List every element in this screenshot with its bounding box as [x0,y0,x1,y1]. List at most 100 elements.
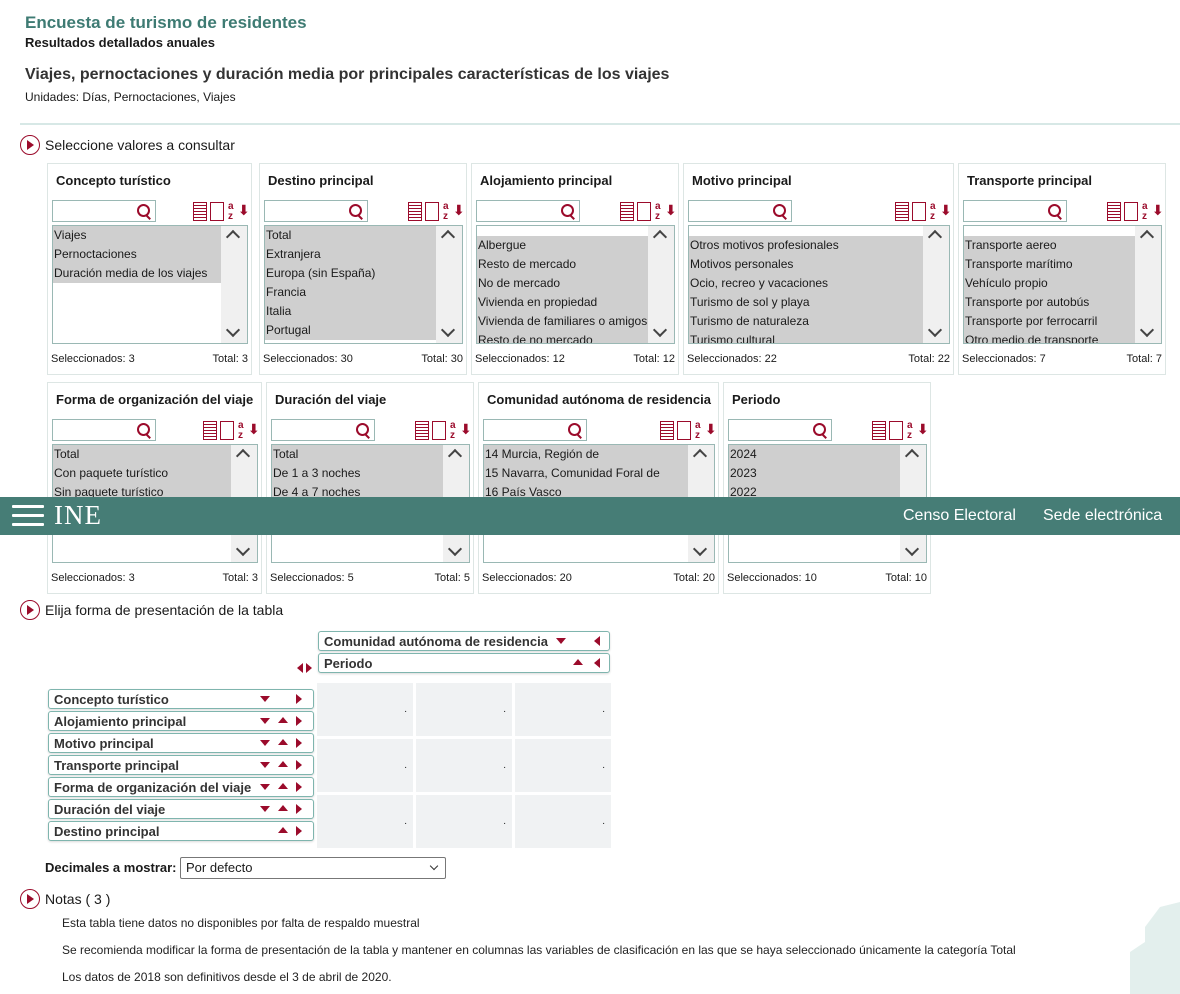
move-left-icon[interactable] [594,658,600,668]
sort-az-icon[interactable]: az [1141,202,1164,222]
list-item[interactable]: De 1 a 3 noches [272,464,443,483]
move-right-icon[interactable] [296,760,302,770]
list-item[interactable]: Italia [265,302,436,321]
search-icon[interactable] [568,423,582,437]
select-none-icon[interactable] [425,202,439,221]
list-item[interactable]: Motivos personales [689,255,923,274]
list-item[interactable]: 14 Murcia, Región de [484,445,688,464]
search-icon[interactable] [813,423,827,437]
selector-search-input[interactable] [52,419,156,441]
notes-section-toggle[interactable]: Notas ( 3 ) [20,889,110,909]
scroll-up-icon[interactable] [440,229,456,245]
scroll-up-icon[interactable] [927,229,943,245]
move-up-icon[interactable] [278,783,288,789]
list-item[interactable]: Transporte por ferrocarril [964,312,1135,331]
list-item[interactable]: 2024 [729,445,900,464]
list-item[interactable]: Extranjera [265,245,436,264]
move-down-icon[interactable] [260,784,270,790]
scroll-down-icon[interactable] [447,541,463,557]
move-right-icon[interactable] [296,804,302,814]
column-pill-periodo[interactable]: Periodo [318,653,610,673]
scrollbar[interactable] [221,226,247,343]
row-pill[interactable]: Concepto turístico [48,689,314,709]
select-all-icon[interactable] [660,421,674,440]
list-item[interactable]: Otros motivos profesionales [689,236,923,255]
move-up-icon[interactable] [278,805,288,811]
move-up-icon[interactable] [278,827,288,833]
select-none-icon[interactable] [912,202,926,221]
select-all-icon[interactable] [203,421,217,440]
search-icon[interactable] [356,423,370,437]
scroll-down-icon[interactable] [927,322,943,338]
select-none-icon[interactable] [1124,202,1138,221]
select-none-icon[interactable] [432,421,446,440]
search-icon[interactable] [349,204,363,218]
row-pill[interactable]: Motivo principal [48,733,314,753]
move-down-icon[interactable] [260,740,270,746]
list-item[interactable]: Total [265,226,436,245]
list-item[interactable]: Transporte por autobús [964,293,1135,312]
move-right-icon[interactable] [296,782,302,792]
list-item[interactable]: Portugal [265,321,436,340]
list-item[interactable]: Transporte aereo [964,236,1135,255]
row-pill[interactable]: Alojamiento principal [48,711,314,731]
row-pill[interactable]: Destino principal [48,821,314,841]
scroll-up-icon[interactable] [225,229,241,245]
select-all-icon[interactable] [193,202,207,221]
list-item[interactable]: Turismo cultural [689,331,923,343]
move-up-icon[interactable] [573,659,583,665]
select-none-icon[interactable] [220,421,234,440]
list-item[interactable]: Turismo de naturaleza [689,312,923,331]
list-item[interactable]: Total [53,445,231,464]
hamburger-menu-icon[interactable] [12,505,44,527]
list-item[interactable]: Duración media de los viajes [53,264,221,283]
list-item[interactable]: Con paquete turístico [53,464,231,483]
list-item[interactable]: Transporte marítimo [964,255,1135,274]
scroll-up-icon[interactable] [235,448,251,464]
select-all-icon[interactable] [895,202,909,221]
select-none-icon[interactable] [889,421,903,440]
scroll-down-icon[interactable] [1139,322,1155,338]
move-right-icon[interactable] [296,826,302,836]
search-icon[interactable] [137,423,151,437]
sort-az-icon[interactable]: az [654,202,677,222]
column-pill-comunidad[interactable]: Comunidad autónoma de residencia [318,631,610,651]
select-all-icon[interactable] [408,202,422,221]
list-item[interactable]: Resto de mercado [477,255,648,274]
list-item[interactable]: Resto de no mercado [477,331,648,343]
scroll-up-icon[interactable] [904,448,920,464]
select-all-icon[interactable] [620,202,634,221]
selector-list[interactable]: Viajes Pernoctaciones Duración media de lo… [52,225,248,344]
select-none-icon[interactable] [210,202,224,221]
list-item[interactable]: Otro medio de transporte [964,331,1135,343]
row-pill[interactable]: Transporte principal [48,755,314,775]
ine-logo[interactable]: INE [54,500,102,531]
sort-az-icon[interactable]: az [906,421,929,441]
sort-az-icon[interactable]: az [442,202,465,222]
list-item[interactable]: Francia [265,283,436,302]
scroll-down-icon[interactable] [235,541,251,557]
move-down-icon[interactable] [260,718,270,724]
scroll-down-icon[interactable] [225,322,241,338]
move-up-icon[interactable] [278,761,288,767]
scroll-up-icon[interactable] [692,448,708,464]
nav-sede-electronica[interactable]: Sede electrónica [1043,507,1162,525]
move-down-icon[interactable] [260,696,270,702]
scroll-down-icon[interactable] [904,541,920,557]
move-right-icon[interactable] [296,694,302,704]
row-pill[interactable]: Duración del viaje [48,799,314,819]
selector-search-input[interactable] [52,200,156,222]
list-item[interactable]: 15 Navarra, Comunidad Foral de [484,464,688,483]
scrollbar[interactable] [923,226,949,343]
scroll-up-icon[interactable] [447,448,463,464]
search-icon[interactable] [137,204,151,218]
selector-search-input[interactable] [476,200,580,222]
sort-az-icon[interactable]: az [929,202,952,222]
sort-az-icon[interactable]: az [227,202,250,222]
scrollbar[interactable] [648,226,674,343]
scrollbar[interactable] [1135,226,1161,343]
list-item[interactable]: Albergue [477,236,648,255]
selector-search-input[interactable] [728,419,832,441]
scroll-up-icon[interactable] [1139,229,1155,245]
move-up-icon[interactable] [278,739,288,745]
